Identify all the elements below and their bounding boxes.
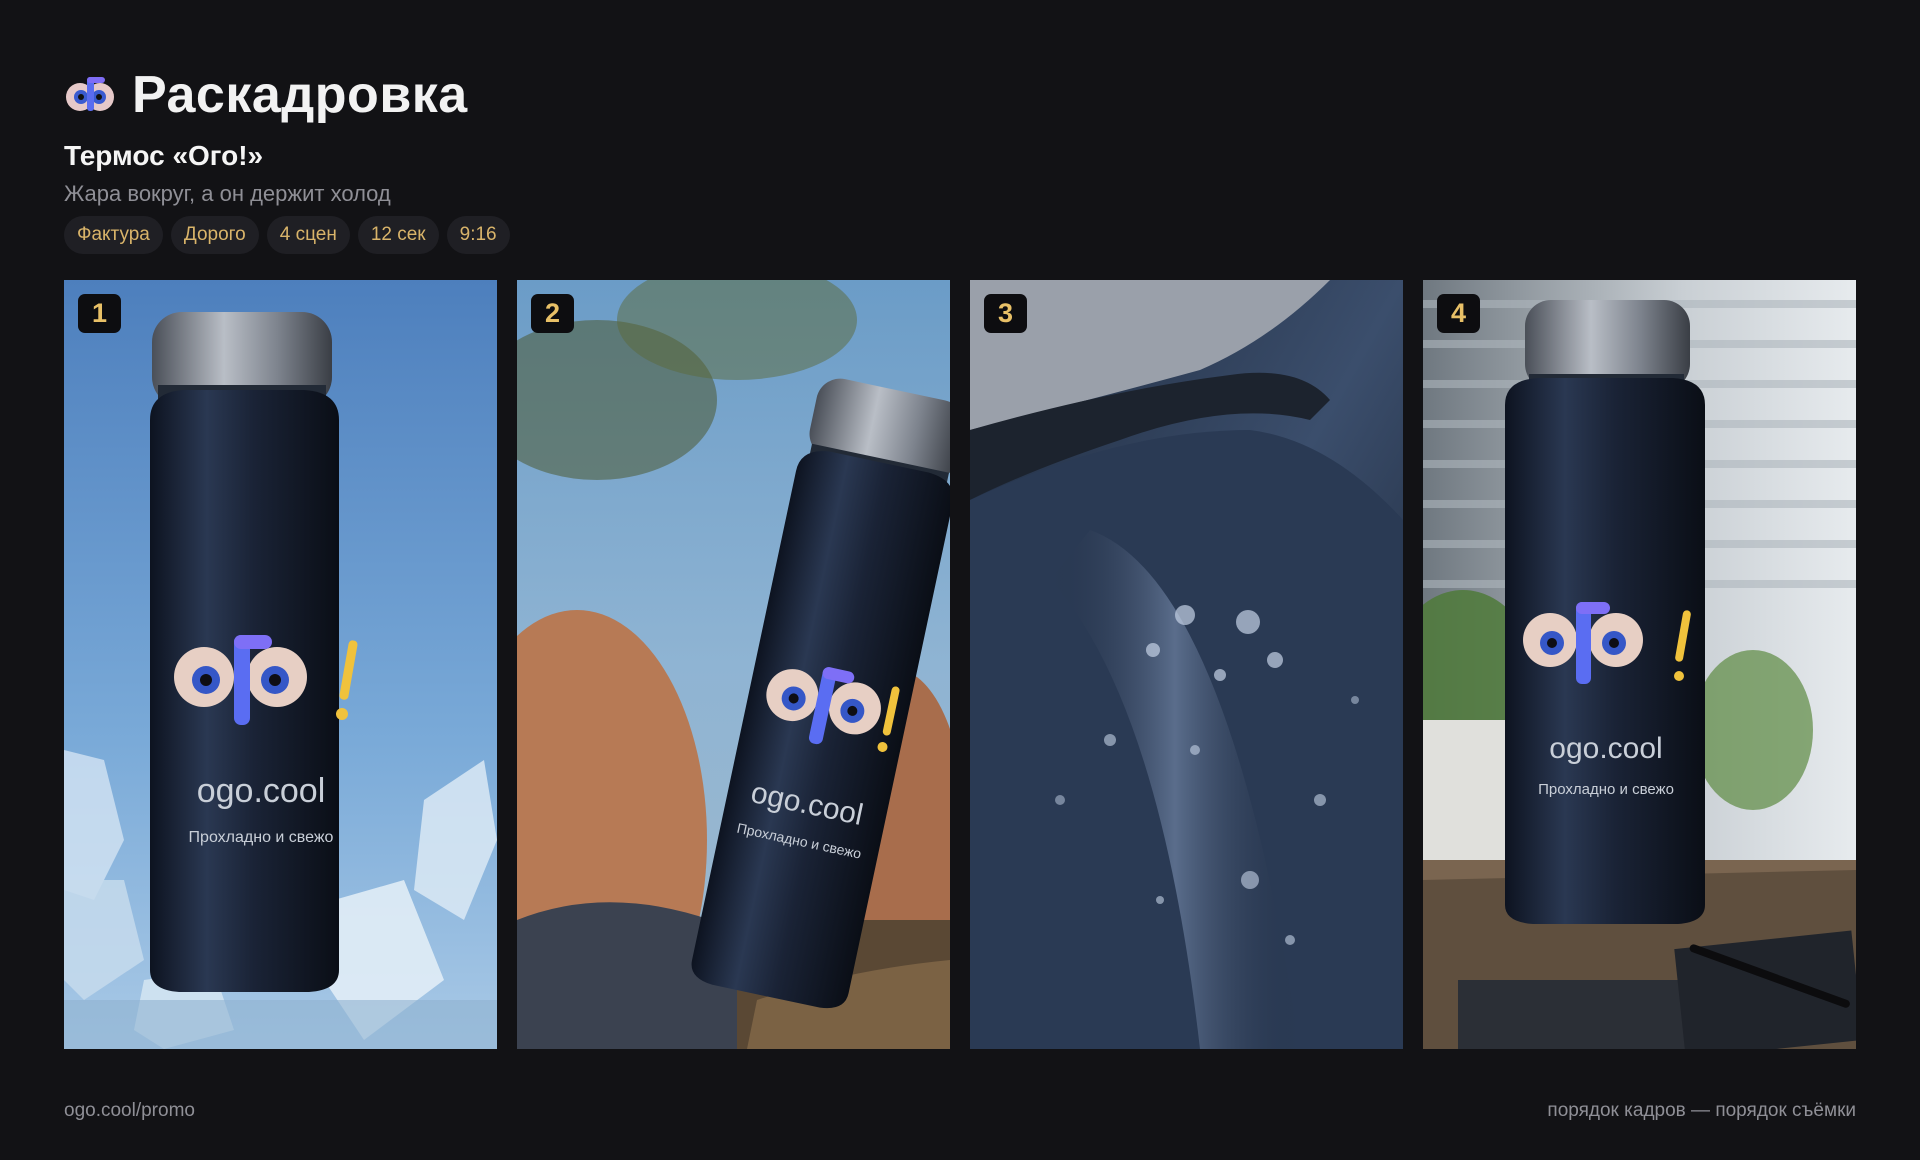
tag-scenes[interactable]: 4 сцен [266,216,350,254]
tag-aspect-ratio[interactable]: 9:16 [446,216,510,254]
frame-1-tagline: Прохладно и свежо [189,829,334,846]
tag-duration[interactable]: 12 сек [357,216,439,254]
storyboard-frames: ogo.cool Прохладно и свежо 1 ogo.cool Пр… [64,280,1856,1049]
project-title: Термос «Ого!» [64,140,264,171]
frame-4-tagline: Прохладно и свежо [1538,781,1674,798]
ogo-eyes-logo-icon [64,71,116,119]
tag-list: Фактура Дорого 4 сцен 12 сек 9:16 [64,216,510,254]
footer-note: порядок кадров — порядок съёмки [1547,1100,1856,1121]
footer-link[interactable]: ogo.cool/promo [64,1100,195,1122]
header: Раскадровка [64,60,468,130]
frame-number-badge: 3 [984,294,1027,333]
project-subtitle: Жара вокруг, а он держит холод [64,181,391,206]
storyboard-frame-3[interactable]: 3 [970,280,1403,1049]
frame-number-badge: 4 [1437,294,1480,333]
storyboard-frame-2[interactable]: ogo.cool Прохладно и свежо 2 [517,280,950,1049]
tag-texture[interactable]: Фактура [64,216,163,254]
frame-1-brand: ogo.cool [197,772,326,810]
tag-expensive[interactable]: Дорого [170,216,259,254]
storyboard-frame-4[interactable]: ogo.cool Прохладно и свежо 4 [1423,280,1856,1049]
storyboard-frame-1[interactable]: ogo.cool Прохладно и свежо 1 [64,280,497,1049]
frame-4-brand: ogo.cool [1549,732,1662,765]
frame-number-badge: 1 [78,294,121,333]
app-title: Раскадровка [132,66,468,124]
frame-number-badge: 2 [531,294,574,333]
